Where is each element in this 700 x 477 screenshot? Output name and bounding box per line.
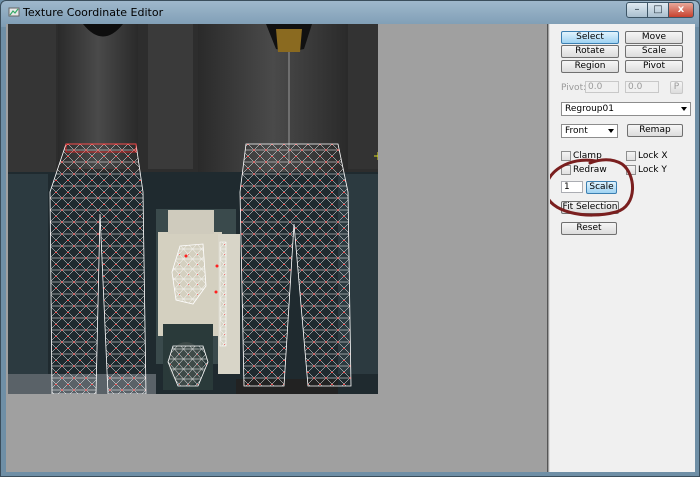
view-dropdown[interactable]: Front [561, 124, 618, 138]
uv-viewport[interactable] [6, 24, 548, 472]
lock-y-label: Lock Y [638, 165, 667, 175]
pivot-y-field[interactable]: 0.0 [625, 81, 659, 93]
pivot-label: Pivot: [561, 83, 587, 93]
window-title: Texture Coordinate Editor [23, 6, 164, 19]
rotate-button[interactable]: Rotate [561, 45, 619, 58]
lock-x-label: Lock X [638, 151, 668, 161]
app-icon [8, 7, 20, 17]
scale-value-field[interactable]: 1 [561, 181, 583, 193]
minimize-button[interactable]: – [626, 2, 648, 18]
texture-coordinate-editor-window: Texture Coordinate Editor – □ x Select M… [0, 0, 700, 477]
redraw-label: Redraw [573, 165, 607, 175]
fit-selection-button[interactable]: Fit Selection [561, 201, 619, 214]
scale-mode-button[interactable]: Scale [625, 45, 683, 58]
move-button[interactable]: Move [625, 31, 683, 44]
reset-button[interactable]: Reset [561, 222, 617, 235]
select-button[interactable]: Select [561, 31, 619, 44]
pivot-button[interactable]: Pivot [625, 60, 683, 73]
chevron-down-icon [608, 129, 614, 133]
clamp-checkbox[interactable] [561, 151, 571, 161]
scale-apply-button[interactable]: Scale [586, 181, 617, 194]
client-area: Select Move Rotate Scale Region Pivot Pi… [6, 24, 695, 472]
close-button[interactable]: x [668, 2, 694, 18]
chevron-down-icon [681, 107, 687, 111]
redraw-checkbox[interactable] [561, 165, 571, 175]
pivot-x-field[interactable]: 0.0 [585, 81, 619, 93]
texture-map[interactable] [8, 24, 378, 394]
group-dropdown-value: Regroup01 [565, 104, 614, 114]
view-dropdown-value: Front [565, 126, 588, 136]
remap-button[interactable]: Remap [627, 124, 683, 137]
pivot-p-button[interactable]: P [670, 81, 683, 94]
clamp-label: Clamp [573, 151, 602, 161]
group-dropdown[interactable]: Regroup01 [561, 102, 691, 116]
maximize-button[interactable]: □ [647, 2, 669, 18]
lock-x-checkbox[interactable] [626, 151, 636, 161]
tool-panel: Select Move Rotate Scale Region Pivot Pi… [549, 24, 695, 472]
title-bar[interactable]: Texture Coordinate Editor – □ x [1, 1, 699, 25]
region-button[interactable]: Region [561, 60, 619, 73]
lock-y-checkbox[interactable] [626, 165, 636, 175]
